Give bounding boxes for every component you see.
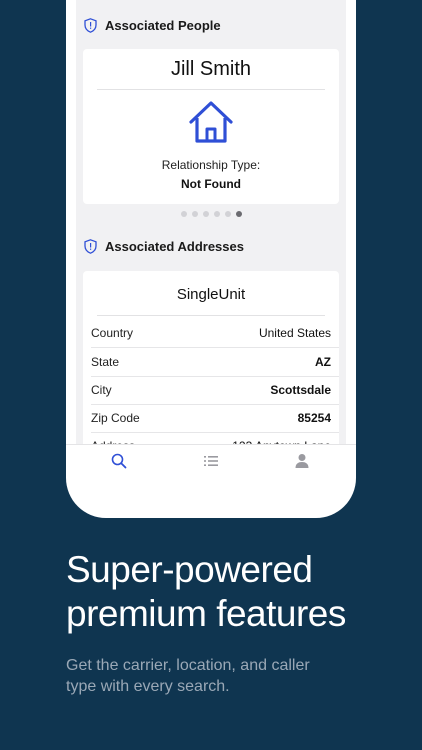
people-pagination[interactable] — [76, 211, 346, 217]
card-divider — [97, 315, 325, 316]
subheadline-line-2: type with every search. — [66, 678, 230, 695]
subheadline-line-1: Get the carrier, location, and caller — [66, 657, 310, 674]
shield-icon — [84, 17, 97, 33]
associated-people-header: Associated People — [84, 14, 221, 36]
page-dot[interactable] — [180, 211, 187, 217]
associated-addresses-title: Associated Addresses — [105, 238, 244, 254]
address-row-city: City Scottsdale — [83, 376, 339, 404]
page-dot-active[interactable] — [235, 211, 242, 217]
row-value: Scottsdale — [270, 383, 331, 397]
home-icon-wrap — [83, 90, 339, 150]
row-value: United States — [258, 326, 331, 340]
headline-line-2: premium features — [66, 593, 346, 634]
tab-bar — [66, 444, 356, 478]
address-row-country: Country United States — [83, 319, 339, 347]
row-value: 85254 — [297, 411, 331, 425]
address-row-state: State AZ — [83, 348, 339, 376]
page-dot[interactable] — [224, 211, 231, 217]
shield-icon — [84, 238, 97, 254]
headline: Super-powered premium features — [66, 548, 406, 636]
tab-search[interactable] — [111, 453, 131, 471]
row-value: AZ — [315, 355, 331, 369]
address-title: SingleUnit — [176, 286, 246, 303]
row-label: City — [91, 383, 112, 397]
associated-people-title: Associated People — [105, 17, 221, 33]
headline-line-1: Super-powered — [66, 549, 313, 590]
row-label: Country — [91, 326, 134, 340]
subheadline: Get the carrier, location, and caller ty… — [66, 655, 366, 697]
associated-addresses-header: Associated Addresses — [84, 235, 244, 257]
list-icon — [204, 456, 218, 466]
relationship-value: Not Found — [181, 177, 241, 191]
row-label: Zip Code — [91, 411, 140, 425]
person-name: Jill Smith — [170, 58, 251, 80]
page-dot[interactable] — [213, 211, 220, 217]
person-card[interactable]: Jill Smith Relationship Type: Not Found — [83, 49, 339, 204]
search-icon — [111, 453, 127, 469]
address-card[interactable]: SingleUnit Country United States State A… — [83, 271, 339, 461]
tab-list[interactable] — [203, 453, 223, 471]
address-row-zip: Zip Code 85254 — [83, 404, 339, 432]
person-icon — [295, 454, 309, 468]
page-dot[interactable] — [202, 211, 209, 217]
phone-frame: Associated People Jill Smith Relationshi… — [66, 0, 356, 518]
page-dot[interactable] — [191, 211, 198, 217]
tab-profile[interactable] — [294, 453, 314, 471]
app-screen: Associated People Jill Smith Relationshi… — [76, 0, 346, 475]
relationship-label: Relationship Type: — [161, 158, 261, 172]
home-icon — [189, 101, 233, 143]
row-label: State — [91, 355, 120, 369]
